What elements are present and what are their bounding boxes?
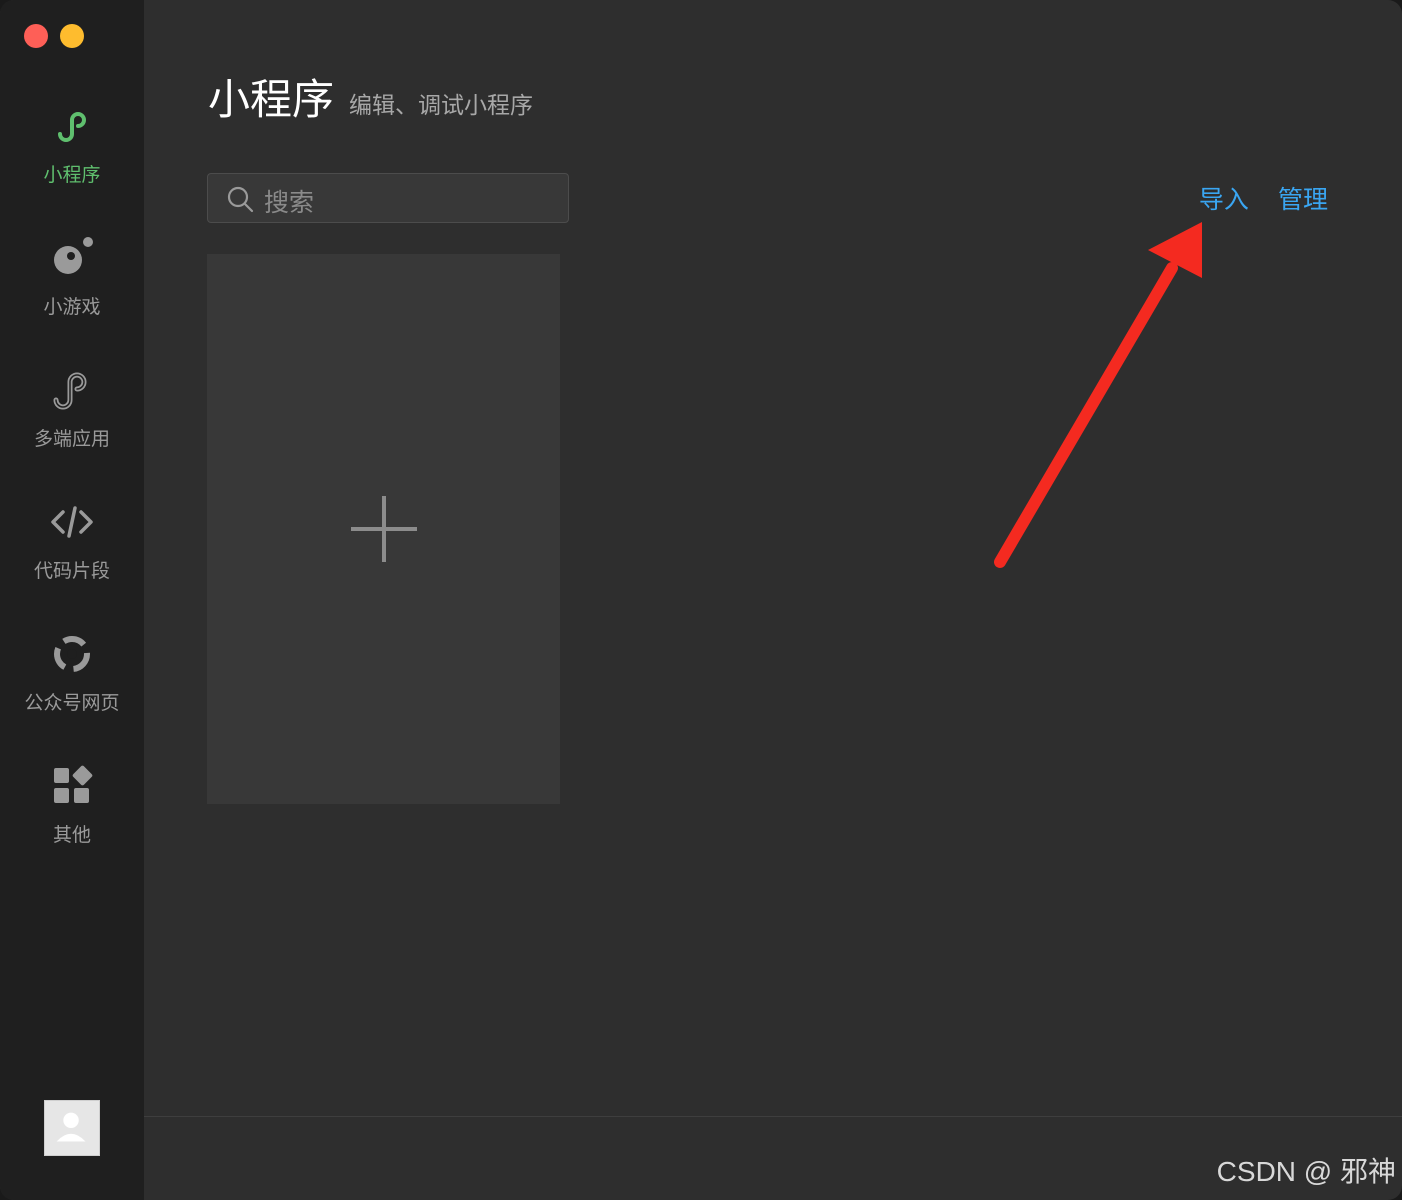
plus-icon	[351, 496, 417, 562]
sidebar-item-label: 其他	[52, 824, 91, 846]
sidebar-item-code-snippet[interactable]: 代码片段	[0, 500, 144, 610]
apps-icon	[54, 765, 93, 803]
create-project-card[interactable]	[207, 254, 560, 804]
sidebar-item-official-account[interactable]: 公众号网页	[0, 632, 144, 742]
minimize-window-button[interactable]	[60, 24, 84, 48]
sidebar-item-label: 代码片段	[33, 560, 110, 582]
multiplatform-icon	[53, 372, 87, 410]
manage-button[interactable]: 管理	[1278, 180, 1328, 216]
sidebar-item-multiplatform[interactable]: 多端应用	[0, 368, 144, 478]
sidebar-item-minigame[interactable]: 小游戏	[0, 236, 144, 346]
sidebar-item-label: 小程序	[43, 164, 101, 186]
sidebar: 小程序 小游戏 多端应用 代码片段 公众号网页 其他	[0, 0, 144, 1200]
code-icon	[51, 506, 93, 538]
miniprogram-icon	[58, 112, 87, 142]
user-icon	[56, 1112, 86, 1142]
sidebar-item-label: 多端应用	[33, 428, 110, 450]
footer-divider	[144, 1116, 1402, 1117]
search-placeholder: 搜索	[264, 188, 315, 217]
import-button[interactable]: 导入	[1199, 180, 1249, 216]
minigame-icon	[54, 237, 93, 274]
watermark: CSDN @ 邪神	[1216, 1156, 1396, 1187]
app-window: 小程序 小游戏 多端应用 代码片段 公众号网页 其他 小程序 编辑、调试小程序 …	[0, 0, 1402, 1200]
sidebar-item-label: 公众号网页	[24, 692, 120, 714]
search-input[interactable]: 搜索	[207, 173, 569, 223]
sidebar-item-miniprogram[interactable]: 小程序	[0, 104, 144, 214]
page-title: 小程序	[208, 75, 335, 124]
action-links: 导入 管理	[1175, 180, 1328, 216]
search-icon	[227, 186, 254, 213]
sidebar-item-other[interactable]: 其他	[0, 764, 144, 874]
main-panel: 小程序 编辑、调试小程序 搜索 导入 管理	[144, 0, 1402, 1200]
avatar[interactable]	[44, 1100, 100, 1156]
page-subtitle: 编辑、调试小程序	[349, 93, 533, 119]
official-account-icon	[54, 636, 90, 672]
close-window-button[interactable]	[24, 24, 48, 48]
sidebar-item-label: 小游戏	[43, 296, 101, 318]
